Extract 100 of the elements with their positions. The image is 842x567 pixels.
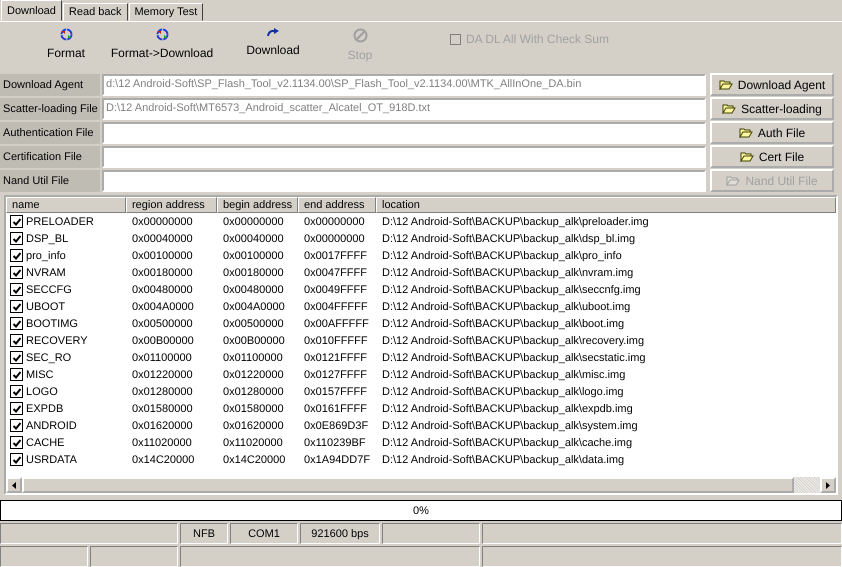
input-field[interactable] [102, 122, 706, 144]
column-header[interactable]: name [6, 197, 126, 213]
checkbox[interactable] [10, 317, 23, 330]
checkbox[interactable] [10, 249, 23, 262]
table-cell-text: 0x110239BF [303, 436, 367, 448]
table-cell-text: 0x0E869D3F [303, 420, 370, 432]
table-cell-text: 0x14C20000 [131, 454, 196, 466]
checkbox[interactable] [10, 232, 23, 245]
table-cell: PRELOADER [26, 216, 94, 228]
folder-icon [726, 175, 740, 186]
column-header[interactable]: location [376, 197, 836, 213]
checkbox[interactable] [10, 215, 23, 228]
table-cell: UBOOT [26, 300, 66, 312]
table-cell-text: D:\12 Android-Soft\BACKUP\backup_alk\data.img [381, 454, 626, 466]
browse-button[interactable]: Scatter-loading [710, 97, 834, 120]
table-cell-text: 0x01220000 [222, 368, 285, 380]
table-cell-text: 0x00040000 [222, 232, 285, 244]
checkbox[interactable] [10, 436, 23, 449]
table-cell-text: 0x00500000 [131, 318, 194, 330]
table-cell-text: D:\12 Android-Soft\BACKUP\backup_alk\secstatic.img [381, 352, 647, 364]
status-cell: COM1 [230, 523, 298, 544]
curved-arrow-icon [266, 28, 280, 38]
table-cell-text: D:\12 Android-Soft\BACKUP\backup_alk\nvram.img [381, 266, 634, 278]
checkbox[interactable] [10, 266, 23, 279]
checkbox[interactable] [10, 283, 23, 296]
checkbox[interactable] [10, 419, 23, 432]
table-cell-text: 0x00480000 [222, 284, 285, 296]
tab[interactable]: Download [1, 0, 62, 21]
table-cell-text: 0x004A0000 [222, 300, 286, 312]
table-cell-text: D:\12 Android-Soft\BACKUP\backup_alk\pro_info [381, 250, 623, 262]
table-cell-text: 0x11020000 [222, 436, 284, 448]
stop-icon [352, 28, 368, 43]
tab[interactable]: Memory Test [128, 3, 204, 21]
checkbox[interactable] [10, 368, 23, 381]
checkbox[interactable] [10, 385, 23, 398]
table-cell: USRDATA [26, 454, 77, 466]
table-cell-text: 0x00180000 [131, 266, 194, 278]
table-cell: EXPDB [26, 402, 64, 414]
column-header[interactable]: region address [126, 197, 217, 213]
table-cell-text: D:\12 Android-Soft\BACKUP\backup_alk\uboot.img [381, 300, 632, 312]
checkbox[interactable] [10, 351, 23, 364]
table-cell-text: 0x01620000 [131, 420, 194, 432]
arrows-cycle-icon [156, 28, 168, 41]
table-cell-text: 0x00000000 [303, 232, 366, 244]
scrollbar-thumb[interactable] [794, 477, 820, 493]
arrows-cycle-icon [60, 28, 72, 41]
table-cell-text: 0x0161FFFF [303, 402, 368, 414]
tab[interactable]: Read back [62, 3, 128, 21]
table-cell-text: 0x01580000 [222, 402, 285, 414]
table-cell-text: 0x00000000 [222, 216, 285, 228]
checkbox[interactable] [10, 334, 23, 347]
table-cell-text: 0x01280000 [131, 386, 194, 398]
table-cell-text: D:\12 Android-Soft\BACKUP\backup_alk\preloader.img [381, 216, 650, 228]
table-cell-text: 0x00500000 [222, 318, 285, 330]
table-cell-text: D:\12 Android-Soft\BACKUP\backup_alk\recovery.img [381, 334, 646, 346]
toolbar-button[interactable]: Format [34, 28, 98, 60]
checkbox[interactable] [10, 300, 23, 313]
table-cell-text: 0x00B00000 [131, 334, 195, 346]
field-label: Scatter-loading File [0, 98, 100, 120]
scroll-right-icon[interactable] [820, 477, 836, 493]
table-cell-text: 0x11020000 [131, 436, 193, 448]
scroll-left-icon[interactable] [6, 477, 22, 493]
table-cell-text: 0x00480000 [131, 284, 194, 296]
table-cell-text: 0x01220000 [131, 368, 194, 380]
folder-icon [718, 79, 733, 90]
column-header[interactable]: end address [298, 197, 376, 213]
table-cell-text: D:\12 Android-Soft\BACKUP\backup_alk\system.img [381, 420, 639, 432]
table-cell-text: 0x0049FFFF [303, 284, 368, 296]
folder-icon [722, 103, 736, 114]
table-cell: CACHE [26, 436, 65, 448]
column-header[interactable]: begin address [217, 197, 298, 213]
status-cell: NFB [180, 523, 228, 544]
checkbox[interactable] [10, 402, 23, 415]
toolbar-button[interactable]: Format->Download [98, 28, 226, 60]
table-cell-text: 0x01280000 [222, 386, 285, 398]
input-field[interactable] [102, 170, 706, 192]
table-cell-text: D:\12 Android-Soft\BACKUP\backup_alk\misc.img [381, 368, 626, 380]
input-field[interactable] [102, 146, 706, 168]
input-field[interactable]: D:\12 Android-Soft\MT6573_Android_scatter_Alcatel_OT_918D.txt [102, 98, 706, 120]
table-cell-text: 0x0047FFFF [303, 266, 368, 278]
browse-button[interactable]: Download Agent [710, 73, 834, 96]
browse-button[interactable]: Cert File [710, 145, 834, 168]
table-cell-text: 0x00180000 [222, 266, 285, 278]
table-cell-text: 0x00000000 [131, 216, 194, 228]
table-cell: SEC_RO [26, 352, 72, 364]
field-label: Download Agent [0, 74, 100, 96]
progress-text: 0% [413, 504, 429, 516]
table-cell-text: D:\12 Android-Soft\BACKUP\backup_alk\dsp_bl.img [381, 232, 636, 244]
table-cell-text: 0x0121FFFF [303, 352, 368, 364]
table-cell: MISC [26, 368, 54, 380]
browse-button[interactable]: Auth File [710, 121, 834, 144]
folder-icon [740, 151, 754, 162]
table-cell-text: 0x010FFFFF [303, 334, 369, 346]
table-cell-text: 0x00000000 [303, 216, 366, 228]
input-field[interactable]: d:\12 Android-Soft\SP_Flash_Tool_v2.1134.00\SP_Flash_Tool_v2.1134.00\MTK_AllInOne_DA.bin [102, 74, 706, 96]
table-cell-text: 0x0157FFFF [303, 386, 368, 398]
table-cell-text: 0x01100000 [222, 352, 284, 364]
toolbar-button[interactable]: Download [226, 28, 320, 57]
table-cell-text: 0x01620000 [222, 420, 285, 432]
checkbox[interactable] [10, 453, 23, 466]
